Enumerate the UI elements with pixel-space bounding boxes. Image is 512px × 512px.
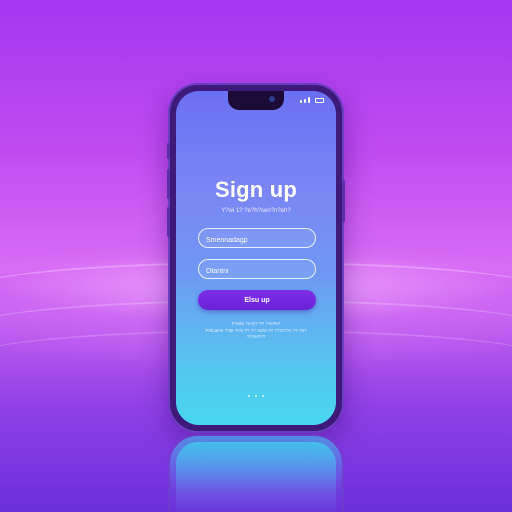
power-button [342,180,345,222]
terms-text: F?ebs ?n?y? ?? ??e?e? [231,321,281,326]
password-field[interactable] [199,262,315,281]
username-field[interactable] [199,231,315,250]
page-indicator [176,395,336,397]
notch [228,91,284,110]
status-bar [300,97,324,103]
terms-text: ???e?i?? [246,334,266,339]
page-dot [255,395,257,397]
background-stage: Sign up Y?wi 1? ?e?h?sen?n?eh? Elsu up F… [0,0,512,512]
phone-frame: Sign up Y?wi 1? ?e?h?sen?n?eh? Elsu up F… [167,85,345,431]
page-dot [248,395,250,397]
page-title: Sign up [214,177,298,202]
signal-icon [308,97,310,103]
battery-icon [315,98,324,103]
password-field-wrapper[interactable] [198,259,316,281]
phone-reflection [170,436,342,512]
screen-reflection [176,442,336,512]
camera-icon [269,96,275,102]
page-subtitle: Y?wi 1? ?e?h?sen?n?eh? [221,208,291,214]
phone-screen: Sign up Y?wi 1? ?e?h?sen?n?eh? Elsu up F… [176,91,336,425]
sign-up-button[interactable]: Elsu up [198,290,316,310]
volume-down-button [167,207,170,237]
page-dot [262,395,264,397]
mute-switch [167,143,170,159]
signal-icon [304,99,306,103]
signal-icon [300,100,302,103]
username-field-wrapper[interactable] [198,228,316,250]
volume-up-button [167,169,170,199]
